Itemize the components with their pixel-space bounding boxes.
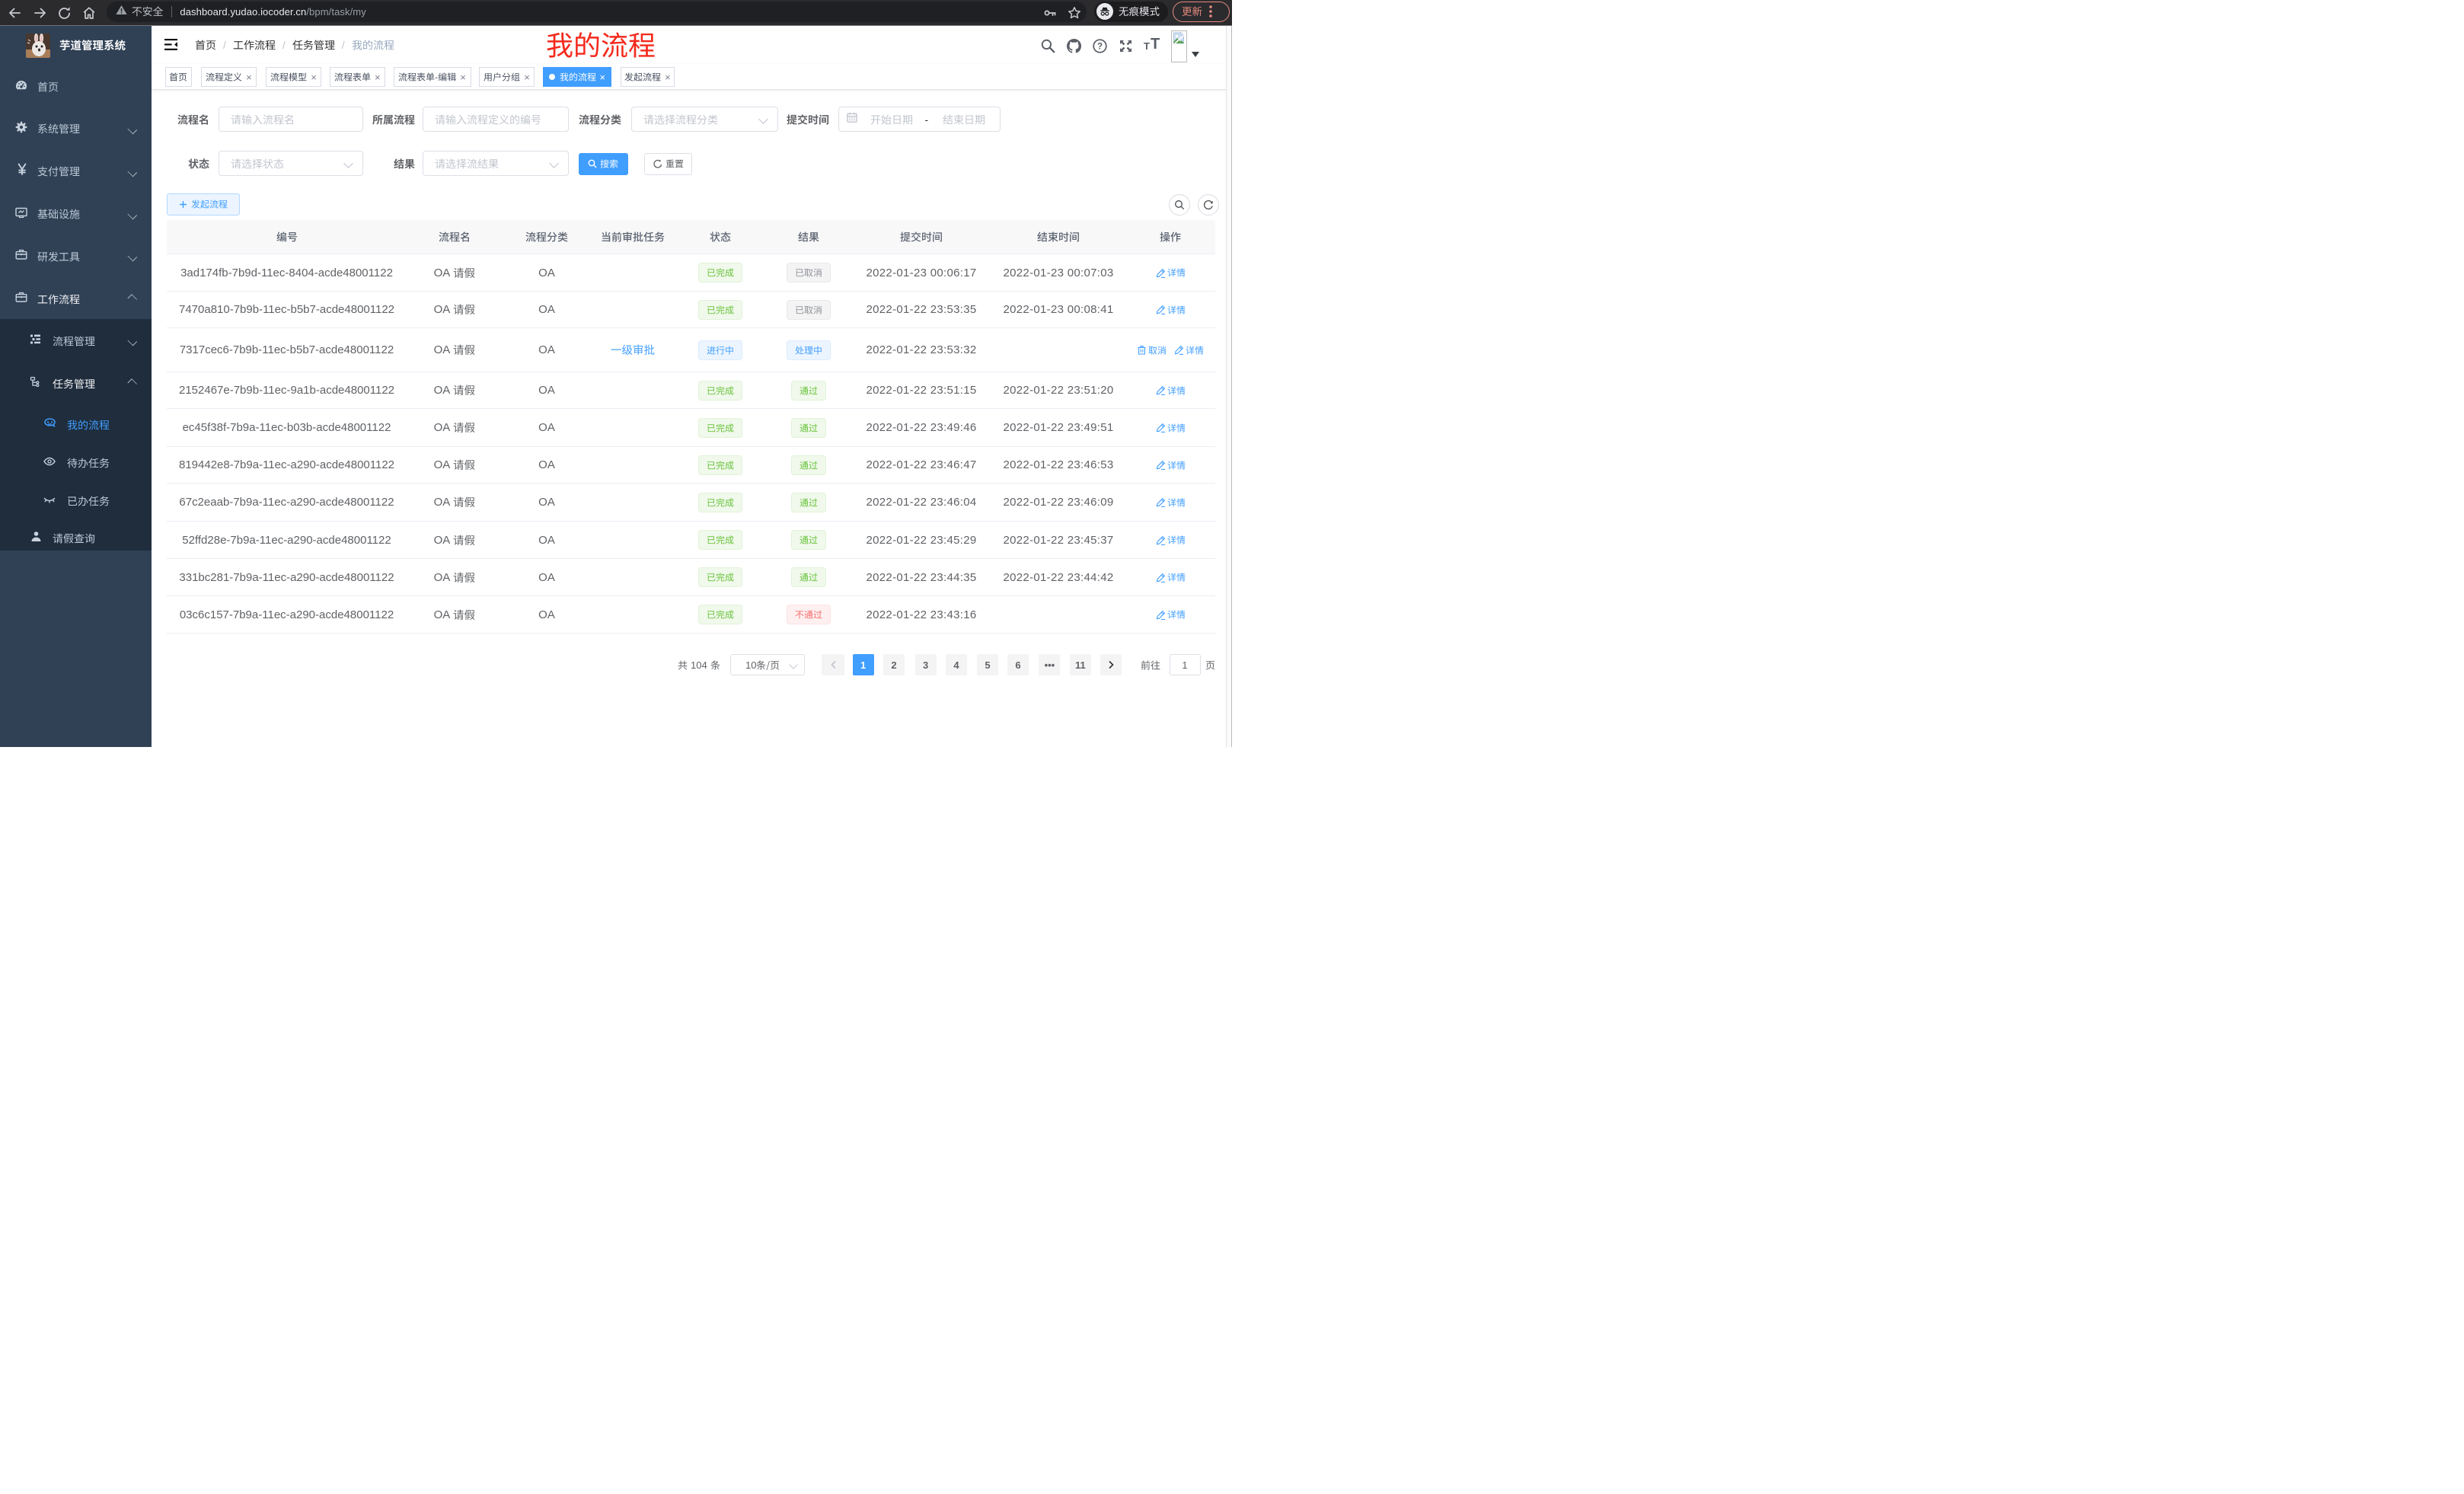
svg-text:?: ? [1097,42,1103,51]
